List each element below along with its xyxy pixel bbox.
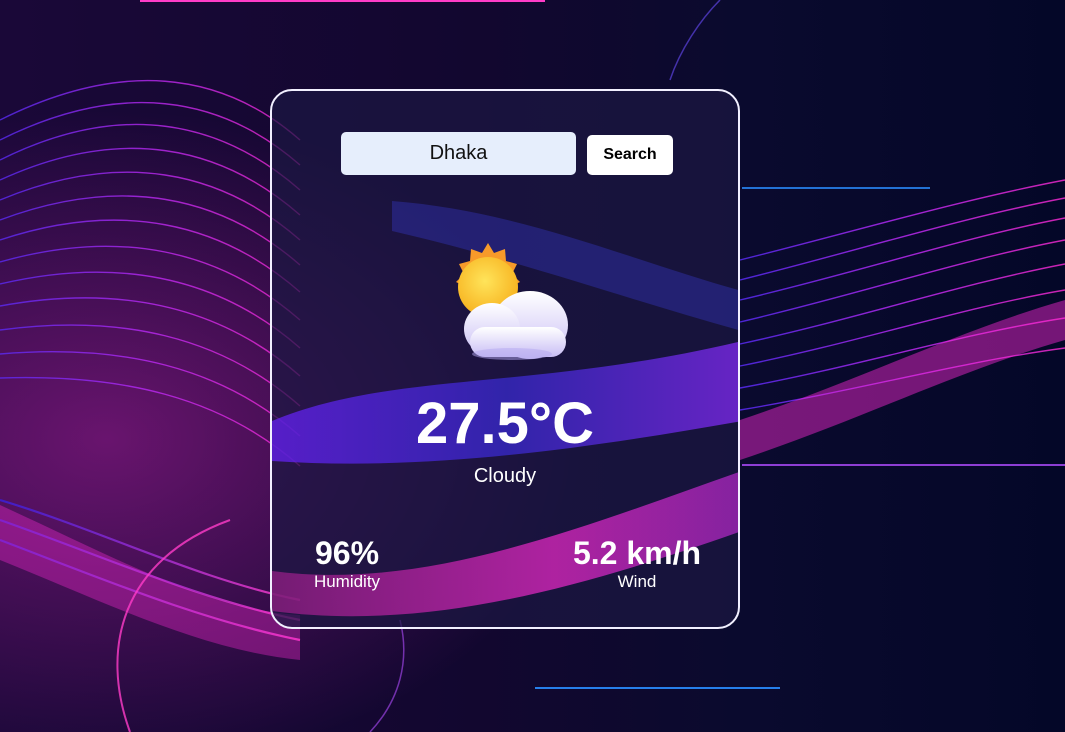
humidity-stat: 96% Humidity: [292, 534, 402, 592]
wind-label: Wind: [617, 572, 657, 591]
humidity-value: 96%: [314, 535, 380, 571]
weather-card: Search 27.5°C Cloudy 96%: [270, 89, 740, 629]
search-button[interactable]: Search: [587, 135, 673, 175]
wind-value: 5.2 km/h: [572, 535, 702, 571]
wind-stat: 5.2 km/h Wind: [562, 534, 712, 592]
city-search-input[interactable]: [341, 132, 576, 175]
temperature-value: 27.5°C: [416, 391, 594, 456]
sun-behind-cloud-icon: [456, 243, 568, 360]
search-bar: Search: [341, 132, 673, 175]
weather-condition: Cloudy: [473, 465, 537, 487]
humidity-label: Humidity: [313, 572, 381, 591]
